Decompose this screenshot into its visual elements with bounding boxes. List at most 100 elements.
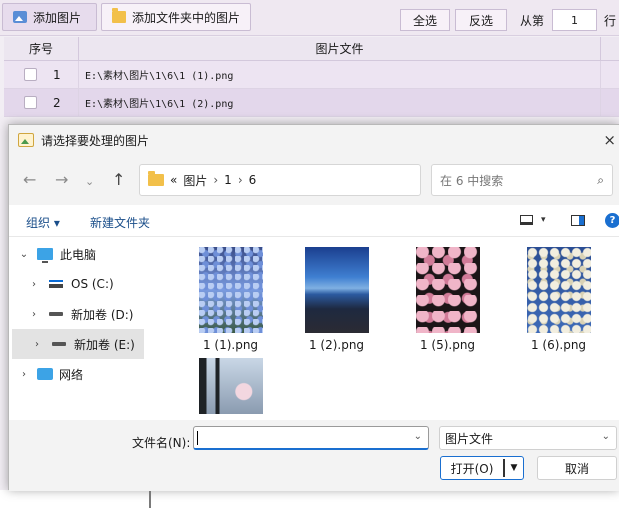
add-folder-images-button[interactable]: 添加文件夹中的图片 xyxy=(101,3,251,31)
file-item[interactable]: 1 (5).png xyxy=(400,247,495,352)
image-thumbnail xyxy=(526,247,591,333)
tree-item-network[interactable]: › 网络 xyxy=(9,359,141,389)
file-item[interactable]: 1 (1).png xyxy=(183,247,278,352)
breadcrumb-item[interactable]: 1 xyxy=(224,173,232,187)
table-row[interactable]: 1 E:\素材\图片\1\6\1 (1).png xyxy=(4,61,619,89)
computer-icon xyxy=(37,248,53,263)
filename-dropdown-icon[interactable]: ⌄ xyxy=(414,431,422,442)
tree-item-label: 网络 xyxy=(59,367,84,382)
view-mode-icon[interactable] xyxy=(520,215,533,225)
dialog-title: 请选择要处理的图片 xyxy=(41,133,150,148)
table-row[interactable]: 2 E:\素材\图片\1\6\1 (2).png xyxy=(4,89,619,117)
from-row-input[interactable]: 1 xyxy=(552,9,597,31)
row-file-path: E:\素材\图片\1\6\1 (2).png xyxy=(79,89,601,116)
breadcrumb-item[interactable]: 6 xyxy=(249,173,257,187)
chevron-right-icon[interactable]: › xyxy=(27,279,41,290)
search-icon[interactable]: ⌕ xyxy=(597,173,604,188)
navigation-pane: ⌄ 此电脑 › OS (C:) › 新加卷 (D:) › 新加卷 (E:) › … xyxy=(9,237,157,508)
tree-item-label: OS (C:) xyxy=(71,277,114,291)
chevron-right-icon[interactable]: › xyxy=(17,369,31,380)
dialog-titlebar: 请选择要处理的图片 × xyxy=(9,125,619,155)
breadcrumb-separator: › xyxy=(213,173,219,187)
tree-item-this-pc[interactable]: ⌄ 此电脑 xyxy=(9,239,141,269)
file-item[interactable] xyxy=(183,358,278,419)
row-index: 1 xyxy=(53,67,61,82)
filetype-value: 图片文件 xyxy=(445,431,494,446)
table-header: 序号 图片文件 xyxy=(4,37,619,61)
invert-selection-button[interactable]: 反选 xyxy=(455,9,507,31)
address-bar-area: ← → ⌄ ↑ « 图片 › 1 › 6 ⌄ ↻ 在 6 中搜索 ⌕ xyxy=(9,155,619,205)
column-header-file[interactable]: 图片文件 xyxy=(79,37,601,60)
new-folder-button[interactable]: 新建文件夹 xyxy=(90,214,150,231)
image-thumbnail xyxy=(415,247,480,333)
tree-item-label: 新加卷 (D:) xyxy=(71,307,134,322)
app-toolbar: 添加图片 添加文件夹中的图片 全选 反选 从第 1 行 xyxy=(0,0,619,36)
column-header-index[interactable]: 序号 xyxy=(4,37,79,60)
network-icon xyxy=(37,368,53,380)
select-all-button[interactable]: 全选 xyxy=(400,9,450,31)
forward-arrow-icon[interactable]: → xyxy=(55,170,68,189)
tree-item-label: 新加卷 (E:) xyxy=(74,337,135,352)
tree-item-drive-d[interactable]: › 新加卷 (D:) xyxy=(9,299,141,329)
tree-item-label: 此电脑 xyxy=(60,247,97,262)
search-input[interactable]: 在 6 中搜索 ⌕ xyxy=(431,164,613,196)
image-thumbnail xyxy=(198,247,263,333)
breadcrumb-item[interactable]: 图片 xyxy=(183,172,207,189)
row-checkbox[interactable] xyxy=(24,68,37,81)
file-open-dialog: 请选择要处理的图片 × ← → ⌄ ↑ « 图片 › 1 › 6 ⌄ ↻ 在 6… xyxy=(8,124,619,508)
row-suffix-label: 行 xyxy=(604,14,617,28)
system-drive-icon xyxy=(49,280,63,288)
image-table: 序号 图片文件 1 E:\素材\图片\1\6\1 (1).png 2 E:\素材… xyxy=(4,37,619,117)
breadcrumb-overflow[interactable]: « xyxy=(170,173,177,187)
folder-icon xyxy=(148,171,164,186)
chevron-right-icon[interactable]: › xyxy=(30,339,44,350)
file-item[interactable]: 1 (6).png xyxy=(511,247,606,352)
text-caret xyxy=(197,431,198,445)
breadcrumb[interactable]: « 图片 › 1 › 6 ⌄ ↻ xyxy=(139,164,537,197)
folder-icon xyxy=(112,8,126,23)
up-arrow-icon[interactable]: ↑ xyxy=(112,170,125,189)
file-name: 1 (5).png xyxy=(419,338,476,352)
view-dropdown-icon[interactable]: ▾ xyxy=(541,215,546,225)
row-file-path: E:\素材\图片\1\6\1 (1).png xyxy=(79,61,601,88)
row-checkbox[interactable] xyxy=(24,96,37,109)
recent-locations-chevron-icon[interactable]: ⌄ xyxy=(85,175,94,188)
organize-menu[interactable]: 组织 ▾ xyxy=(26,214,60,231)
help-icon[interactable]: ? xyxy=(605,213,619,228)
open-options-arrow-icon[interactable]: ▼ xyxy=(505,463,523,473)
file-name: 1 (1).png xyxy=(202,338,259,352)
tree-item-drive-c[interactable]: › OS (C:) xyxy=(9,269,141,299)
file-name: 1 (6).png xyxy=(530,338,587,352)
file-item[interactable]: 1 (2).png xyxy=(289,247,384,352)
filename-field[interactable]: ⌄ xyxy=(193,426,429,450)
add-folder-label: 添加文件夹中的图片 xyxy=(132,10,241,25)
filetype-dropdown-icon: ⌄ xyxy=(601,431,610,442)
image-thumbnail xyxy=(304,247,369,333)
from-row-label: 从第 xyxy=(520,14,545,28)
add-image-button[interactable]: 添加图片 xyxy=(2,3,97,31)
chevron-down-icon[interactable]: ⌄ xyxy=(17,249,31,260)
preview-pane-icon[interactable] xyxy=(571,215,585,226)
chevron-right-icon[interactable]: › xyxy=(27,309,41,320)
filetype-select[interactable]: 图片文件 ⌄ xyxy=(439,426,617,450)
command-bar: 组织 ▾ 新建文件夹 ▾ ? xyxy=(9,205,619,237)
open-button[interactable]: 打开(O) ▼ xyxy=(440,456,524,480)
image-thumbnail xyxy=(198,358,263,414)
tree-item-drive-e[interactable]: › 新加卷 (E:) xyxy=(12,329,144,359)
drive-icon xyxy=(49,312,63,316)
back-arrow-icon[interactable]: ← xyxy=(23,170,36,189)
file-name: 1 (2).png xyxy=(308,338,365,352)
search-placeholder: 在 6 中搜索 xyxy=(440,173,504,188)
close-icon[interactable]: × xyxy=(603,131,616,149)
add-image-label: 添加图片 xyxy=(33,10,82,25)
drive-icon xyxy=(52,342,66,346)
cancel-button[interactable]: 取消 xyxy=(537,456,617,480)
row-index: 2 xyxy=(53,95,61,110)
dialog-footer: 文件名(N): ⌄ 图片文件 ⌄ 打开(O) ▼ 取消 xyxy=(9,420,619,491)
image-file-icon xyxy=(18,133,34,147)
filename-label: 文件名(N): xyxy=(132,436,191,450)
open-button-label: 打开(O) xyxy=(450,461,494,476)
image-icon xyxy=(13,11,27,23)
breadcrumb-separator: › xyxy=(237,173,243,187)
file-list: 1 (1).png 1 (2).png 1 (5).png 1 (6).png xyxy=(157,237,619,420)
